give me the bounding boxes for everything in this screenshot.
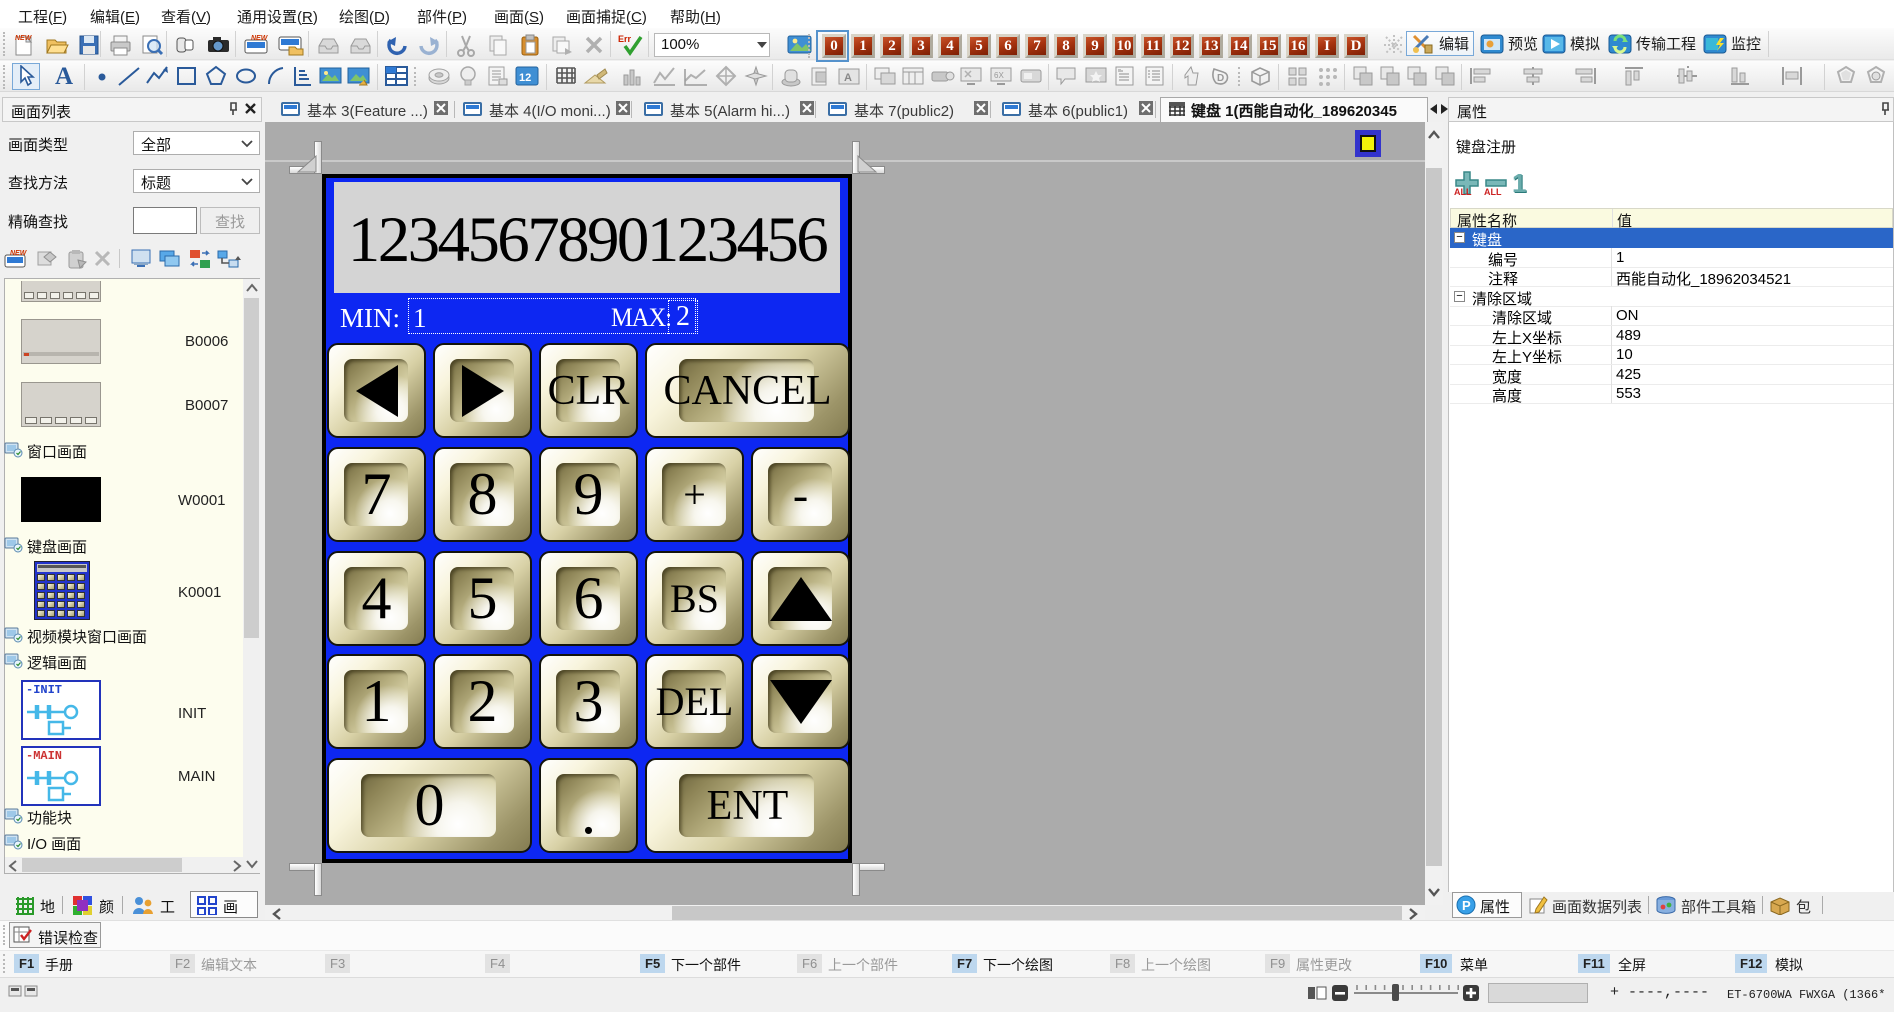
- svg-text:P: P: [1462, 898, 1471, 913]
- svg-text:A: A: [844, 72, 852, 84]
- svg-text:Err: Err: [618, 34, 632, 44]
- svg-text:D: D: [1217, 73, 1224, 84]
- svg-text:6X: 6X: [994, 71, 1004, 80]
- svg-text:ALL: ALL: [1454, 187, 1472, 196]
- svg-text:NEW: NEW: [10, 250, 28, 257]
- svg-text:ALL: ALL: [1484, 187, 1502, 196]
- svg-text:NEW: NEW: [251, 35, 269, 42]
- svg-text:NEW: NEW: [15, 35, 33, 42]
- svg-text:12: 12: [519, 72, 531, 84]
